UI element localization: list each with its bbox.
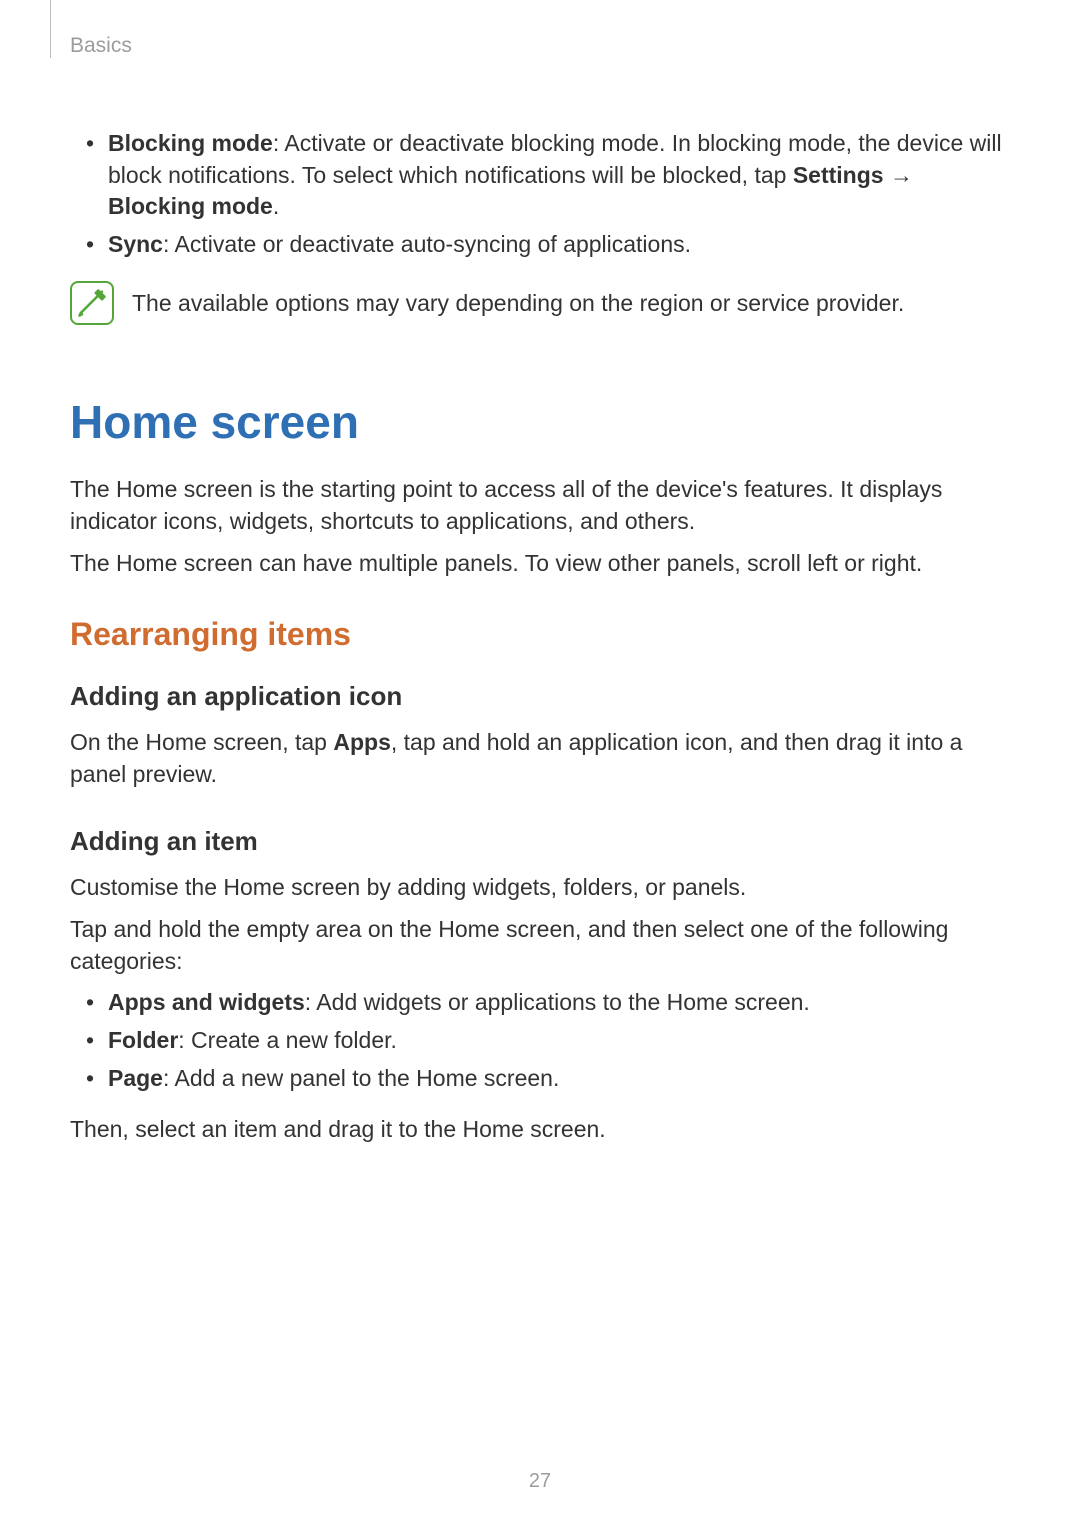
section-label: Basics xyxy=(70,34,1010,58)
bullet-term: Page xyxy=(108,1065,163,1091)
note-icon xyxy=(70,281,114,325)
feature-bullet-list: Blocking mode: Activate or deactivate bl… xyxy=(70,128,1010,261)
bullet-folder: Folder: Create a new folder. xyxy=(108,1025,1010,1057)
bullet-sync: Sync: Activate or deactivate auto-syncin… xyxy=(108,229,1010,261)
manual-page: Basics Blocking mode: Activate or deacti… xyxy=(0,0,1080,1527)
intro-paragraph-2: The Home screen can have multiple panels… xyxy=(70,547,1010,579)
bullet-text: : Create a new folder. xyxy=(178,1027,397,1053)
paragraph-customise: Customise the Home screen by adding widg… xyxy=(70,871,1010,903)
bullet-text: : Add widgets or applications to the Hom… xyxy=(305,989,810,1015)
paragraph-then-select: Then, select an item and drag it to the … xyxy=(70,1113,1010,1145)
bullet-apps-widgets: Apps and widgets: Add widgets or applica… xyxy=(108,987,1010,1019)
category-bullet-list: Apps and widgets: Add widgets or applica… xyxy=(70,987,1010,1094)
note-text: The available options may vary depending… xyxy=(132,281,904,319)
arrow-icon: → xyxy=(884,162,913,188)
bullet-blocking-mode: Blocking mode: Activate or deactivate bl… xyxy=(108,128,1010,223)
heading-rearranging-items: Rearranging items xyxy=(70,616,1010,653)
bullet-term: Apps and widgets xyxy=(108,989,305,1015)
bullet-text: : Activate or deactivate auto-syncing of… xyxy=(163,231,691,257)
heading-adding-app-icon: Adding an application icon xyxy=(70,681,1010,712)
blocking-mode-label: Blocking mode xyxy=(108,193,273,219)
bullet-term: Sync xyxy=(108,231,163,257)
note-callout: The available options may vary depending… xyxy=(70,281,1010,325)
header-divider xyxy=(50,0,51,58)
paragraph-adding-app-icon: On the Home screen, tap Apps, tap and ho… xyxy=(70,726,1010,790)
apps-label: Apps xyxy=(333,729,391,755)
paragraph-tap-hold: Tap and hold the empty area on the Home … xyxy=(70,913,1010,977)
intro-paragraph-1: The Home screen is the starting point to… xyxy=(70,473,1010,537)
heading-home-screen: Home screen xyxy=(70,395,1010,449)
settings-label: Settings xyxy=(793,162,884,188)
bullet-page: Page: Add a new panel to the Home screen… xyxy=(108,1063,1010,1095)
bullet-term: Folder xyxy=(108,1027,178,1053)
bullet-text: : Add a new panel to the Home screen. xyxy=(163,1065,559,1091)
bullet-text-end: . xyxy=(273,193,279,219)
bullet-term: Blocking mode xyxy=(108,130,273,156)
page-number: 27 xyxy=(0,1470,1080,1493)
heading-adding-item: Adding an item xyxy=(70,826,1010,857)
text-pre: On the Home screen, tap xyxy=(70,729,333,755)
